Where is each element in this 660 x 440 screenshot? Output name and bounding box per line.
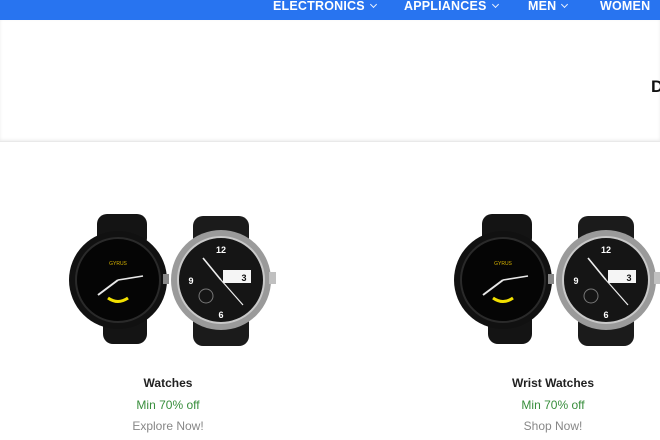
svg-text:6: 6 <box>218 310 223 320</box>
product-card-watches[interactable]: GYRUS 12 9 6 3 Watches Min 70% off Explo… <box>53 210 283 440</box>
nav-item-men[interactable]: MEN <box>528 0 569 20</box>
wrist-watches-image: GYRUS 12 9 6 3 <box>454 214 660 346</box>
shop-now-link[interactable]: Shop Now! <box>438 419 660 433</box>
svg-text:9: 9 <box>188 276 193 286</box>
nav-item-appliances[interactable]: APPLIANCES <box>404 0 499 20</box>
product-offer: Min 70% off <box>521 398 585 412</box>
nav-item-label: ELECTRONICS <box>273 0 365 13</box>
product-offer: Min 70% off <box>136 398 200 412</box>
svg-text:GYRUS: GYRUS <box>109 261 127 267</box>
svg-text:6: 6 <box>603 310 608 320</box>
svg-text:3: 3 <box>626 273 631 283</box>
nav-item-women[interactable]: WOMEN <box>600 0 650 20</box>
watches-image: GYRUS 12 9 6 3 <box>69 214 276 346</box>
chevron-down-icon <box>491 0 499 9</box>
svg-text:9: 9 <box>573 276 578 286</box>
svg-text:12: 12 <box>601 245 611 255</box>
nav-item-label: APPLIANCES <box>404 0 487 13</box>
nav-item-electronics[interactable]: ELECTRONICS <box>273 0 377 20</box>
product-card-wrist-watches[interactable]: GYRUS 12 9 6 3 Wrist Watches Min 70% off… <box>438 210 660 440</box>
product-title: Wrist Watches <box>511 376 595 390</box>
banner-heading-partial: D <box>651 77 660 96</box>
nav-item-label: MEN <box>528 0 557 13</box>
top-nav-bar: ELECTRONICS APPLIANCES MEN WOMEN <box>0 0 660 20</box>
svg-text:GYRUS: GYRUS <box>494 261 512 267</box>
product-title: Watches <box>143 376 193 390</box>
nav-item-label: WOMEN <box>600 0 651 13</box>
explore-now-link[interactable]: Explore Now! <box>53 419 283 433</box>
chevron-down-icon <box>561 0 569 9</box>
svg-text:12: 12 <box>216 245 226 255</box>
chevron-down-icon <box>369 0 377 9</box>
svg-text:3: 3 <box>241 273 246 283</box>
banner-section: D <box>0 20 660 142</box>
